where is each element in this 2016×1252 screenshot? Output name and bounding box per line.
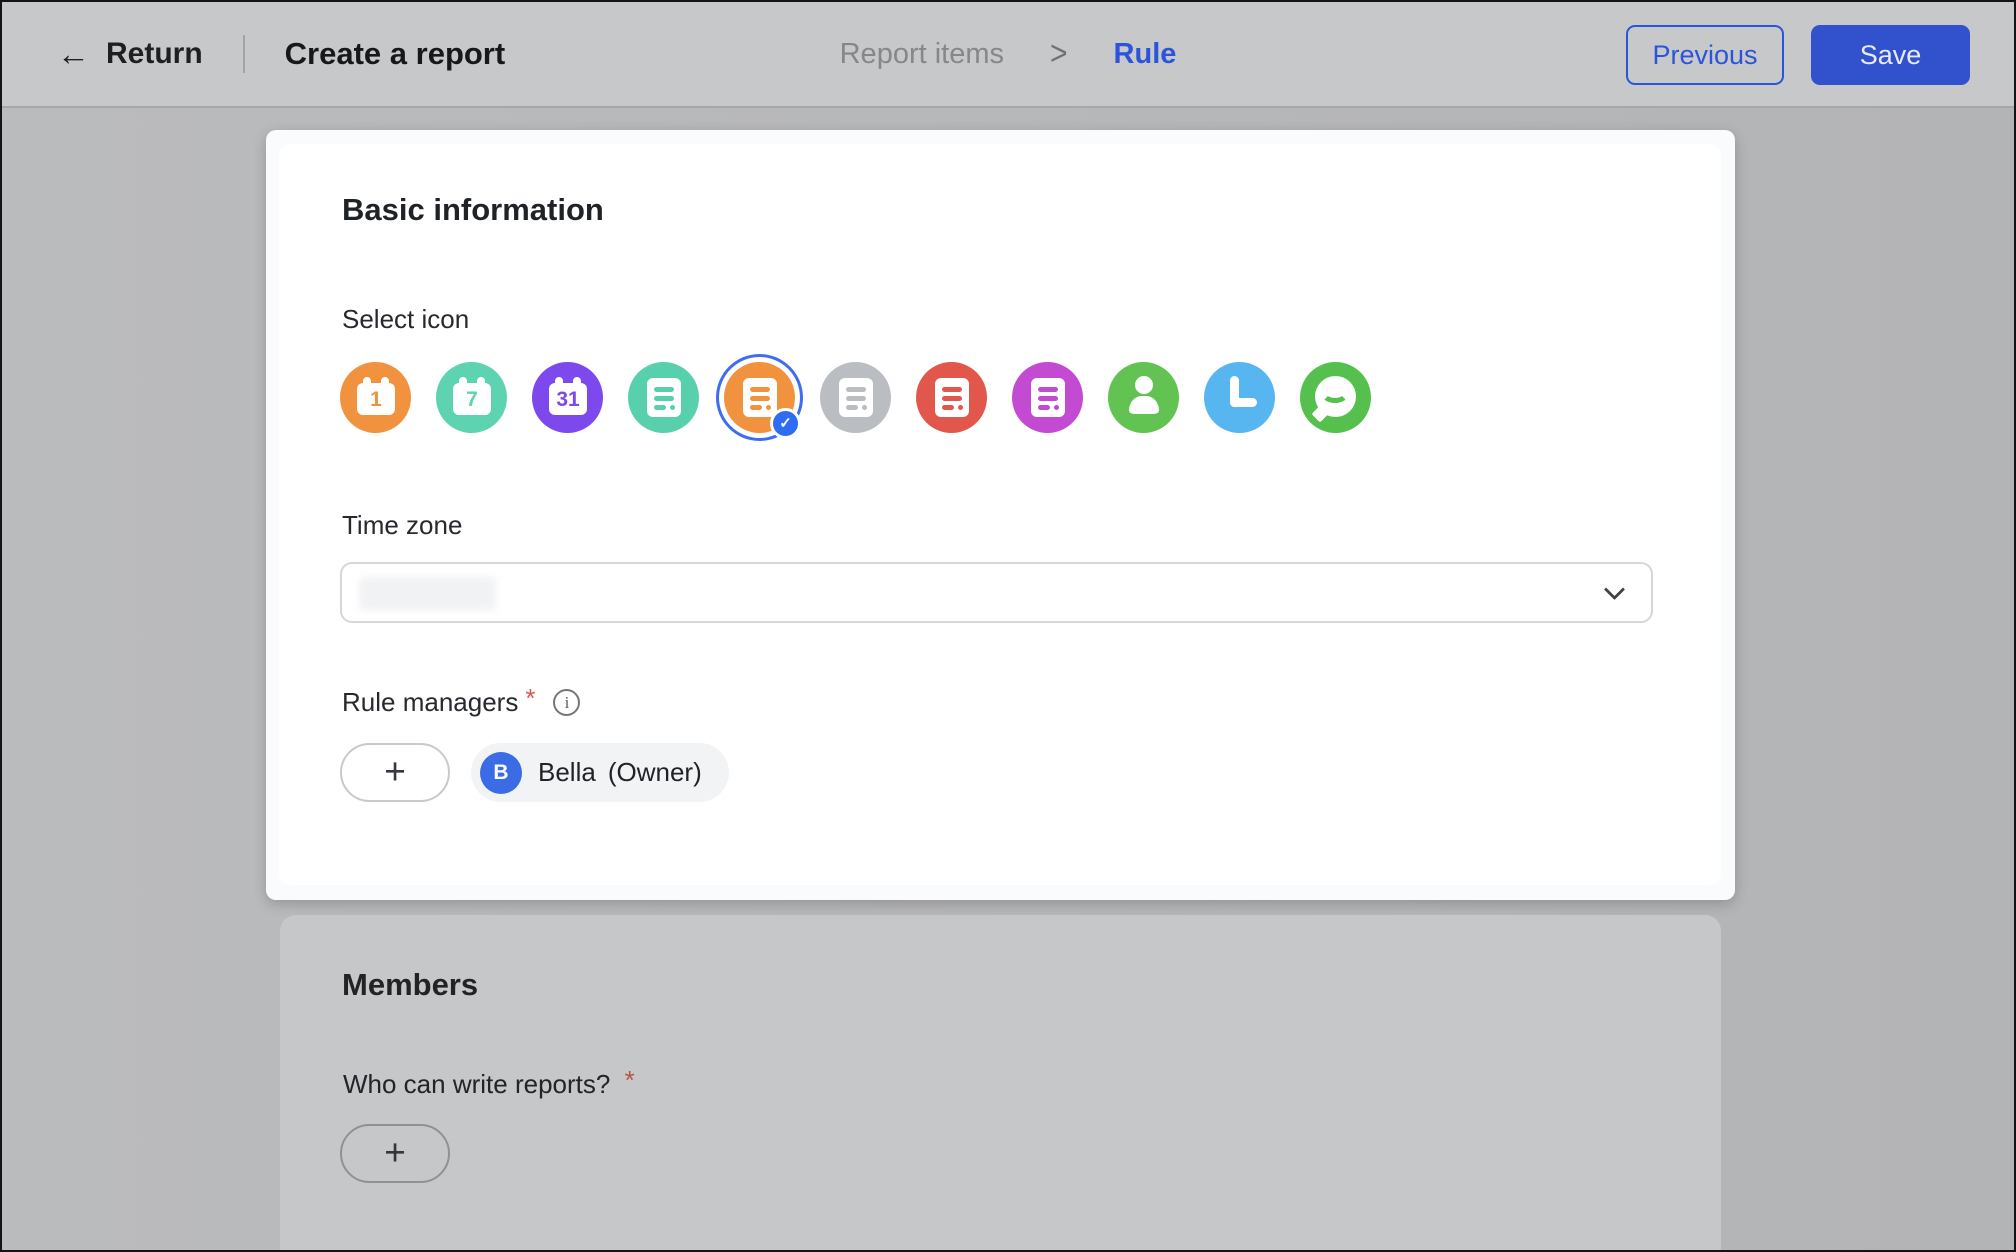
selected-check-badge: ✓	[770, 408, 801, 439]
return-label: Return	[106, 37, 203, 71]
screen: ← Return Create a report Report items > …	[0, 0, 2016, 1252]
return-button[interactable]: ← Return	[57, 37, 203, 71]
time-zone-value-redacted	[359, 577, 496, 610]
manager-role: (Owner)	[608, 757, 702, 788]
report-magenta-icon	[1012, 362, 1083, 433]
section-title-basic-information: Basic information	[342, 192, 604, 228]
time-zone-label: Time zone	[342, 510, 462, 541]
report-teal-icon	[628, 362, 699, 433]
previous-button[interactable]: Previous	[1626, 25, 1784, 85]
icon-option-clock-blue[interactable]	[1204, 362, 1275, 433]
manager-chip[interactable]: B Bella (Owner)	[471, 743, 729, 802]
calendar-week-icon: 7	[436, 362, 507, 433]
calendar-day-icon: 1	[340, 362, 411, 433]
required-asterisk: *	[625, 1065, 635, 1095]
icon-option-report-orange[interactable]: ✓	[724, 362, 795, 433]
avatar: B	[480, 752, 522, 794]
icon-option-person-green[interactable]	[1108, 362, 1179, 433]
add-report-writer-button[interactable]: +	[340, 1124, 450, 1183]
required-asterisk: *	[525, 683, 535, 714]
icon-option-report-teal[interactable]	[628, 362, 699, 433]
nav-left: ← Return Create a report	[57, 2, 505, 106]
icon-option-calendar-month[interactable]: 31	[532, 362, 603, 433]
breadcrumb-report-items[interactable]: Report items	[840, 38, 1004, 71]
page-title: Create a report	[285, 36, 506, 72]
breadcrumb-rule[interactable]: Rule	[1114, 38, 1177, 71]
rule-managers-field-label: Rule managers * i	[342, 687, 580, 718]
chat-green-icon	[1300, 362, 1371, 433]
basic-information-card-inner: Basic information Select icon 17 31 ✓ Time…	[279, 144, 1721, 885]
manager-name: Bella	[538, 757, 596, 788]
icon-option-calendar-week[interactable]: 7	[436, 362, 507, 433]
rule-managers-row: + B Bella (Owner)	[340, 743, 729, 802]
icon-row: 17 31 ✓	[340, 362, 1371, 433]
back-arrow-icon: ←	[57, 37, 90, 70]
info-icon[interactable]: i	[553, 689, 580, 716]
icon-option-calendar-day[interactable]: 1	[340, 362, 411, 433]
calendar-month-icon: 31	[532, 362, 603, 433]
rule-managers-label: Rule managers	[342, 687, 518, 718]
basic-information-card: Basic information Select icon 17 31 ✓ Time…	[266, 130, 1735, 900]
nav-divider	[243, 35, 245, 73]
nav-actions: Previous Save	[1626, 25, 1970, 85]
clock-blue-icon	[1204, 362, 1275, 433]
section-title-members: Members	[342, 967, 478, 1003]
top-nav: ← Return Create a report Report items > …	[2, 2, 2014, 108]
person-green-icon	[1108, 362, 1179, 433]
chevron-down-icon	[1604, 579, 1625, 600]
select-icon-label: Select icon	[342, 304, 469, 335]
save-button[interactable]: Save	[1811, 25, 1970, 85]
add-rule-manager-button[interactable]: +	[340, 743, 450, 802]
chevron-right-icon: >	[1050, 34, 1068, 73]
icon-option-chat-green[interactable]	[1300, 362, 1371, 433]
who-can-write-label: Who can write reports?	[343, 1069, 610, 1099]
icon-option-report-magenta[interactable]	[1012, 362, 1083, 433]
report-red-icon	[916, 362, 987, 433]
members-card: Members Who can write reports? * +	[280, 915, 1721, 1252]
report-gray-icon	[820, 362, 891, 433]
icon-option-report-gray[interactable]	[820, 362, 891, 433]
icon-option-report-red[interactable]	[916, 362, 987, 433]
time-zone-select[interactable]	[340, 562, 1653, 623]
who-can-write-field-label: Who can write reports? *	[343, 1069, 635, 1100]
breadcrumb: Report items > Rule	[840, 2, 1177, 106]
